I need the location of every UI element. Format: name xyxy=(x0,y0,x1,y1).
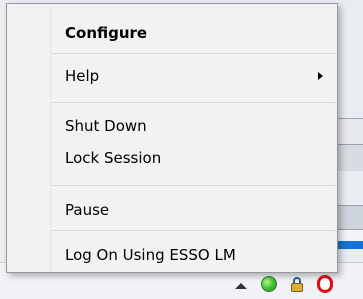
menu-item-help[interactable]: Help xyxy=(7,62,337,90)
background-window-strip xyxy=(338,205,363,230)
menu-item-lock-session[interactable]: Lock Session xyxy=(7,144,337,172)
background-selection-strip xyxy=(338,241,363,249)
chevron-up-icon xyxy=(235,283,247,289)
menu-item-label: Log On Using ESSO LM xyxy=(65,245,236,264)
menu-separator xyxy=(52,230,335,231)
submenu-arrow-icon xyxy=(318,72,323,80)
lock-icon[interactable] xyxy=(288,275,306,293)
menu-item-label: Pause xyxy=(65,200,110,219)
system-tray xyxy=(232,274,334,294)
menu-item-configure[interactable]: Configure xyxy=(7,19,337,47)
menu-item-pause[interactable]: Pause xyxy=(7,196,337,224)
menu-item-shut-down[interactable]: Shut Down xyxy=(7,112,337,140)
red-app-icon[interactable] xyxy=(316,275,334,293)
context-menu: Configure Help Shut Down Lock Session Pa… xyxy=(6,3,338,273)
menu-item-label: Lock Session xyxy=(65,148,162,167)
green-status-icon[interactable] xyxy=(260,275,278,293)
lock-shape-icon xyxy=(289,276,305,292)
menu-separator xyxy=(52,102,335,103)
menu-item-log-on-using-esso-lm[interactable]: Log On Using ESSO LM xyxy=(7,241,337,269)
show-hidden-icons-chevron-icon[interactable] xyxy=(232,275,250,293)
menu-separator xyxy=(52,53,335,54)
menu-separator xyxy=(52,185,335,186)
background-window-strip xyxy=(338,144,363,171)
menu-item-label: Help xyxy=(65,66,100,85)
lock-body xyxy=(291,283,303,292)
menu-item-label: Configure xyxy=(65,23,148,42)
background-window-strip xyxy=(338,118,363,145)
green-circle-icon xyxy=(261,276,277,292)
menu-item-label: Shut Down xyxy=(65,116,147,135)
red-ring-icon xyxy=(317,275,333,293)
